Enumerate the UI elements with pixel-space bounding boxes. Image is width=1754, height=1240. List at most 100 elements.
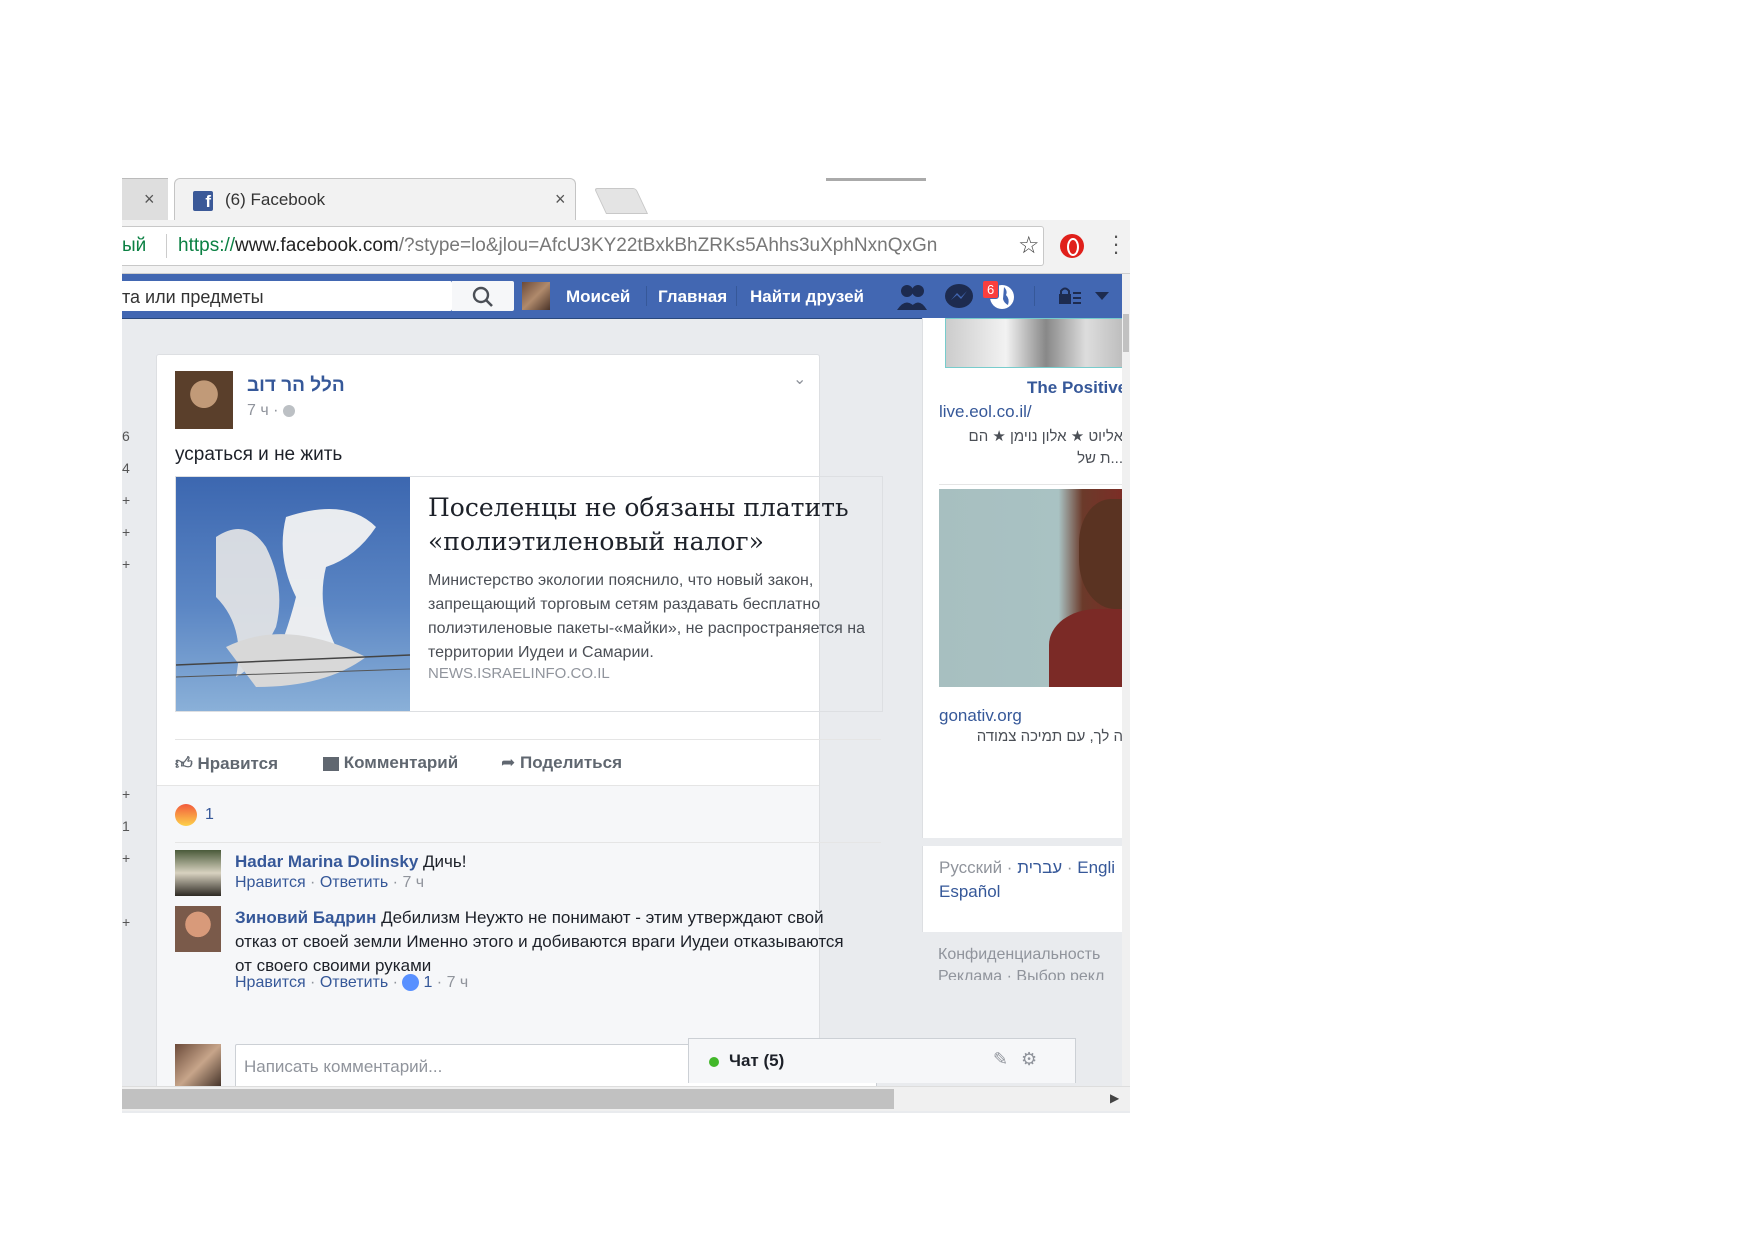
home-link[interactable]: Главная — [658, 287, 727, 307]
language-link-hebrew[interactable]: עברית — [1017, 858, 1062, 877]
browser-menu-icon[interactable]: · · · — [1112, 225, 1120, 263]
avatar — [175, 1044, 221, 1090]
adblock-extension-icon[interactable] — [1060, 234, 1084, 258]
bookmark-star-icon[interactable]: ☆ — [1018, 231, 1040, 260]
scrollbar-thumb[interactable] — [122, 1089, 894, 1109]
find-friends-link[interactable]: Найти друзей — [750, 287, 864, 307]
comment-time[interactable]: 7 ч — [402, 874, 424, 891]
footer-link-ads[interactable]: Реклама · Выбор рекл — [938, 968, 1104, 980]
person-face — [1079, 499, 1123, 609]
messenger-icon[interactable] — [944, 283, 974, 311]
window-minimize-indicator[interactable] — [826, 178, 926, 181]
comment-like-link[interactable]: Нравится — [235, 874, 306, 891]
ad-text: ה לך, עם תמיכה צמודה — [976, 728, 1123, 745]
link-preview-source: NEWS.ISRAELINFO.CO.IL — [428, 665, 610, 682]
post-time[interactable]: 7 ч · — [247, 402, 295, 420]
facebook-top-bar: та или предметы Моисей Главная Найти дру… — [122, 274, 1122, 319]
ad-text-line: אליוט ★ אלון נוימן ★ הם — [968, 428, 1123, 445]
url-host: www.facebook.com — [235, 235, 399, 256]
ad-text-line: ...ת של — [1077, 450, 1123, 467]
comment-author[interactable]: Hadar Marina Dolinsky — [235, 852, 418, 871]
comment-actions: Нравится · Ответить · 1 · 7 ч — [235, 974, 469, 992]
comment-reply-link[interactable]: Ответить — [320, 874, 388, 891]
url-path: /?stype=lo&jlou=AfcU3KY22tBxkBhZRKs5Ahhs… — [398, 235, 938, 256]
language-box: Русский · עברית · Engli Español — [922, 846, 1123, 932]
chevron-down-icon[interactable] — [1094, 290, 1110, 302]
post-card: הלל הר דוב 7 ч · ⌄ усраться и не жить По… — [156, 354, 883, 1096]
sidebar-count: 4 — [122, 460, 130, 476]
language-row: Русский · עברית · Engli — [939, 858, 1116, 877]
plastic-bag-image — [176, 509, 410, 687]
like-button[interactable]: 👍︎ Нравится — [175, 753, 278, 774]
comment-reply-link[interactable]: Ответить — [320, 974, 388, 991]
divider — [1034, 286, 1035, 306]
ad-link[interactable]: gonativ.org — [939, 706, 1022, 726]
chat-bar[interactable]: Чат (5) ✎ ⚙ — [688, 1038, 1076, 1083]
post-actions: 👍︎ Нравится Комментарий ➦ Поделиться — [175, 739, 881, 786]
profile-link[interactable]: Моисей — [566, 287, 630, 307]
close-icon[interactable]: × — [144, 189, 155, 210]
search-button[interactable] — [452, 281, 514, 311]
url-scheme: https:// — [178, 235, 236, 256]
divider — [175, 842, 881, 843]
search-icon — [472, 286, 493, 307]
ad-image[interactable] — [945, 318, 1130, 368]
divider — [646, 286, 647, 306]
close-icon[interactable]: × — [555, 189, 566, 210]
post-options-chevron-icon[interactable]: ⌄ — [793, 369, 806, 389]
share-button[interactable]: ➦ Поделиться — [501, 753, 622, 773]
scrollbar-thumb[interactable] — [1123, 314, 1129, 352]
sidebar-count: 6 — [122, 428, 130, 444]
tab-facebook[interactable]: f (6) Facebook × — [174, 178, 576, 221]
avatar[interactable] — [175, 371, 233, 429]
divider — [736, 286, 737, 306]
avatar[interactable] — [175, 906, 221, 952]
gear-icon[interactable]: ⚙ — [1021, 1049, 1037, 1070]
divider — [939, 484, 1123, 485]
footer-link-privacy[interactable]: Конфиденциальность — [938, 946, 1100, 964]
url-text[interactable]: https://www.facebook.com/?stype=lo&jlou=… — [178, 235, 1008, 257]
tab-title: (6) Facebook — [225, 190, 326, 209]
language-link-english[interactable]: Engli — [1077, 858, 1115, 877]
comment-text: Hadar Marina Dolinsky Дичь! — [235, 850, 855, 874]
friends-icon[interactable] — [896, 283, 928, 311]
language-link-spanish[interactable]: Español — [939, 882, 1000, 902]
link-preview[interactable]: Поселенцы не обязаны платить «полиэтилен… — [175, 476, 883, 712]
comment-button[interactable]: Комментарий — [323, 753, 458, 773]
tab-strip: × f (6) Facebook × — [122, 174, 1130, 221]
facebook-favicon-icon: f — [193, 191, 213, 211]
post-author[interactable]: הלל הר דוב — [247, 375, 345, 397]
browser-window: × f (6) Facebook × ый https://www.facebo… — [122, 174, 1130, 1113]
comment-like-count[interactable]: 1 — [423, 974, 432, 991]
compose-icon[interactable]: ✎ — [993, 1049, 1008, 1070]
new-tab-button[interactable] — [593, 188, 649, 214]
sidebar-count: 1 — [122, 818, 130, 834]
ad-title[interactable]: The Positive — [1027, 378, 1127, 398]
link-preview-title[interactable]: Поселенцы не обязаны платить «полиэтилен… — [428, 491, 868, 559]
link-preview-image[interactable] — [176, 477, 410, 711]
comment-like-link[interactable]: Нравится — [235, 974, 306, 991]
sidebar-count: + — [122, 556, 131, 572]
sidebar-count: + — [122, 786, 131, 802]
privacy-lock-icon[interactable] — [1058, 286, 1082, 306]
vertical-scrollbar[interactable] — [1122, 274, 1130, 1086]
comment-author[interactable]: Зиновий Бадрин — [235, 908, 376, 927]
sidebar-count: + — [122, 492, 131, 508]
avatar[interactable] — [175, 850, 221, 896]
url-field[interactable]: ый https://www.facebook.com/?stype=lo&jl… — [122, 226, 1044, 266]
sidebar-count: + — [122, 850, 131, 866]
scroll-right-arrow-icon[interactable]: ▶ — [1110, 1091, 1119, 1105]
sponsored-card: The Positive live.eol.co.il/ אליוט ★ אלו… — [922, 318, 1130, 838]
ad-image[interactable] — [939, 489, 1123, 687]
ad-link[interactable]: live.eol.co.il/ — [939, 402, 1032, 422]
globe-icon — [282, 404, 295, 417]
right-column: The Positive live.eol.co.il/ אליוט ★ אלו… — [922, 318, 1130, 1113]
search-input[interactable]: та или предметы — [122, 281, 452, 311]
reaction-count: 1 — [205, 806, 214, 824]
angry-reaction-icon — [175, 804, 197, 826]
tab-previous[interactable]: × — [122, 178, 168, 221]
horizontal-scrollbar[interactable]: ▶ — [122, 1086, 1130, 1111]
comment-time[interactable]: 7 ч — [447, 974, 469, 991]
reaction-summary[interactable]: 1 — [175, 804, 214, 826]
avatar[interactable] — [522, 282, 550, 310]
